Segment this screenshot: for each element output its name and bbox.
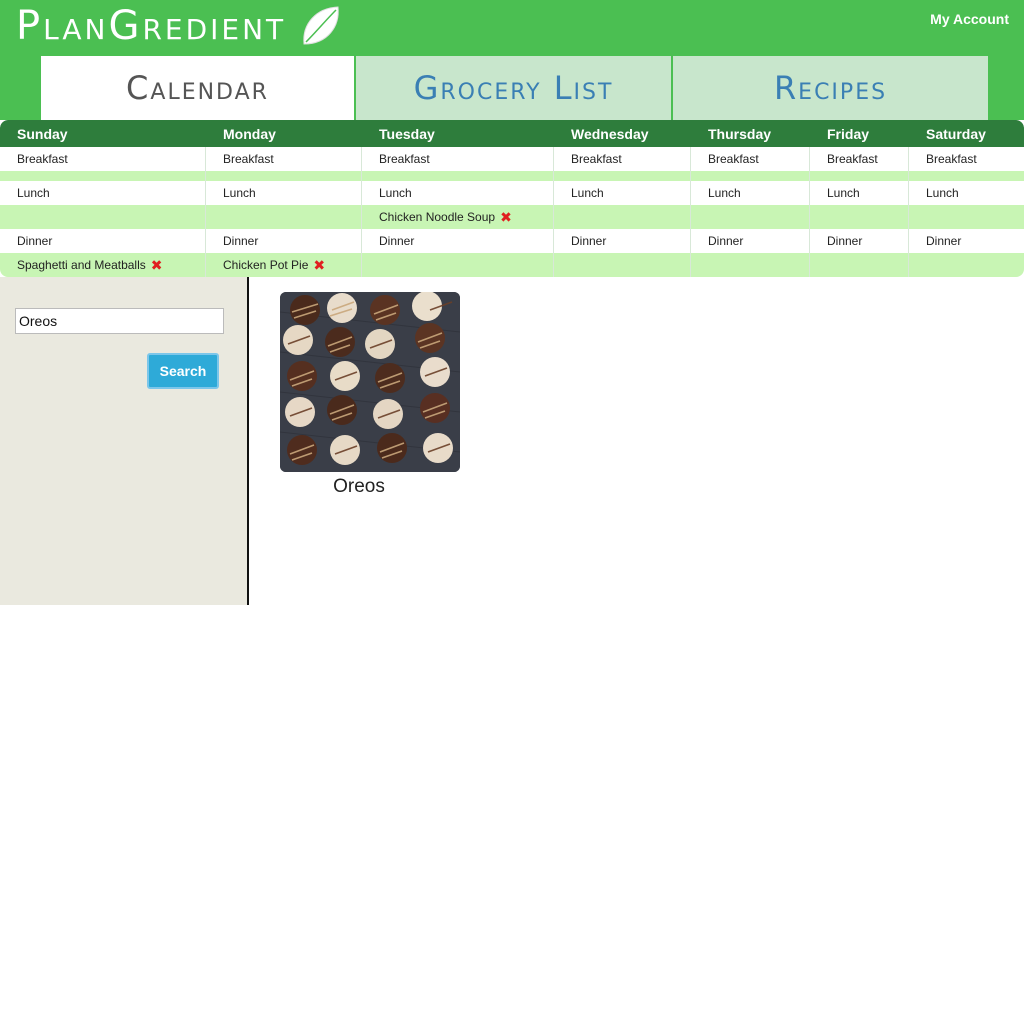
day-header-sunday: Sunday bbox=[17, 125, 68, 142]
my-account-link[interactable]: My Account bbox=[930, 11, 1009, 27]
delete-icon[interactable]: ✖ bbox=[500, 210, 512, 224]
meal-slot[interactable] bbox=[810, 205, 909, 229]
recipe-result-card[interactable]: Oreos bbox=[280, 292, 460, 497]
meal-slot[interactable] bbox=[554, 171, 691, 181]
meal-label-breakfast: Breakfast bbox=[206, 147, 362, 171]
day-header-saturday: Saturday bbox=[926, 125, 986, 142]
delete-icon[interactable]: ✖ bbox=[151, 258, 163, 272]
day-header-monday: Monday bbox=[223, 125, 276, 142]
tab-grocery-list[interactable]: Grocery List bbox=[354, 56, 671, 120]
meal-label-lunch: Lunch bbox=[206, 181, 362, 205]
meal-slot[interactable] bbox=[0, 205, 206, 229]
meal-slot[interactable] bbox=[554, 205, 691, 229]
meal-slot[interactable] bbox=[810, 253, 909, 277]
search-button[interactable]: Search bbox=[147, 353, 219, 389]
meal-label-lunch: Lunch bbox=[362, 181, 554, 205]
meal-label-lunch: Lunch bbox=[926, 186, 959, 200]
meal-slot[interactable] bbox=[554, 253, 691, 277]
delete-icon[interactable]: ✖ bbox=[313, 258, 325, 272]
meal-name[interactable]: Chicken Noodle Soup bbox=[379, 210, 495, 224]
meal-name[interactable]: Spaghetti and Meatballs bbox=[17, 258, 146, 272]
logo-text: PlanGredient bbox=[16, 3, 287, 49]
meal-slot[interactable] bbox=[206, 205, 362, 229]
logo[interactable]: PlanGredient bbox=[16, 0, 342, 52]
lunch-label-row: Lunch Lunch Lunch Lunch Lunch Lunch Lunc… bbox=[0, 181, 1024, 205]
meal-label-dinner: Dinner bbox=[926, 234, 962, 248]
main-tabs: Calendar Grocery List Recipes bbox=[41, 56, 988, 120]
meal-label-breakfast: Breakfast bbox=[0, 147, 206, 171]
lunch-slot-row: Chicken Noodle Soup ✖ bbox=[0, 205, 1024, 229]
meal-label-dinner: Dinner bbox=[810, 229, 909, 253]
day-header-tuesday: Tuesday bbox=[379, 125, 435, 142]
meal-label-breakfast: Breakfast bbox=[362, 147, 554, 171]
meal-name[interactable]: Chicken Pot Pie bbox=[223, 258, 308, 272]
meal-slot[interactable] bbox=[362, 171, 554, 181]
meal-slot[interactable] bbox=[0, 171, 206, 181]
meal-slot[interactable] bbox=[362, 253, 554, 277]
meal-slot[interactable] bbox=[909, 171, 1024, 181]
day-header-friday: Friday bbox=[827, 125, 870, 142]
meal-label-breakfast: Breakfast bbox=[691, 147, 810, 171]
breakfast-label-row: Breakfast Breakfast Breakfast Breakfast … bbox=[0, 147, 1024, 171]
meal-label-dinner: Dinner bbox=[554, 229, 691, 253]
meal-label-lunch: Lunch bbox=[554, 181, 691, 205]
meal-label-dinner: Dinner bbox=[362, 229, 554, 253]
recipe-thumbnail[interactable] bbox=[280, 292, 460, 472]
meal-slot[interactable] bbox=[691, 205, 810, 229]
meal-label-breakfast: Breakfast bbox=[554, 147, 691, 171]
meal-slot[interactable] bbox=[909, 253, 1024, 277]
dinner-label-row: Dinner Dinner Dinner Dinner Dinner Dinne… bbox=[0, 229, 1024, 253]
recipe-title[interactable]: Oreos bbox=[280, 476, 438, 498]
meal-label-dinner: Dinner bbox=[691, 229, 810, 253]
breakfast-slot-row bbox=[0, 171, 1024, 181]
search-input[interactable] bbox=[15, 308, 224, 334]
meal-slot-monday-dinner[interactable]: Chicken Pot Pie ✖ bbox=[206, 253, 362, 277]
meal-slot[interactable] bbox=[909, 205, 1024, 229]
meal-slot[interactable] bbox=[691, 171, 810, 181]
meal-label-lunch: Lunch bbox=[810, 181, 909, 205]
day-header-wednesday: Wednesday bbox=[571, 125, 649, 142]
meal-slot-sunday-dinner[interactable]: Spaghetti and Meatballs ✖ bbox=[0, 253, 206, 277]
meal-label-breakfast: Breakfast bbox=[926, 152, 977, 166]
meal-slot[interactable] bbox=[206, 171, 362, 181]
meal-slot[interactable] bbox=[810, 171, 909, 181]
meal-calendar: Sunday Monday Tuesday Wednesday Thursday… bbox=[0, 120, 1024, 277]
dinner-slot-row: Spaghetti and Meatballs ✖ Chicken Pot Pi… bbox=[0, 253, 1024, 277]
tab-recipes[interactable]: Recipes bbox=[671, 56, 988, 120]
day-header-thursday: Thursday bbox=[708, 125, 772, 142]
meal-label-lunch: Lunch bbox=[0, 181, 206, 205]
search-sidebar: Search bbox=[0, 277, 249, 605]
meal-slot[interactable] bbox=[691, 253, 810, 277]
meal-label-breakfast: Breakfast bbox=[810, 147, 909, 171]
oreo-cookies-image bbox=[280, 292, 460, 472]
meal-label-lunch: Lunch bbox=[691, 181, 810, 205]
top-header: PlanGredient My Account Calendar Grocery… bbox=[0, 0, 1024, 120]
leaf-icon bbox=[303, 6, 339, 45]
calendar-header-row: Sunday Monday Tuesday Wednesday Thursday… bbox=[0, 120, 1024, 147]
meal-slot-tuesday-lunch[interactable]: Chicken Noodle Soup ✖ bbox=[362, 205, 554, 229]
meal-label-dinner: Dinner bbox=[0, 229, 206, 253]
tab-calendar[interactable]: Calendar bbox=[41, 56, 354, 120]
meal-label-dinner: Dinner bbox=[206, 229, 362, 253]
